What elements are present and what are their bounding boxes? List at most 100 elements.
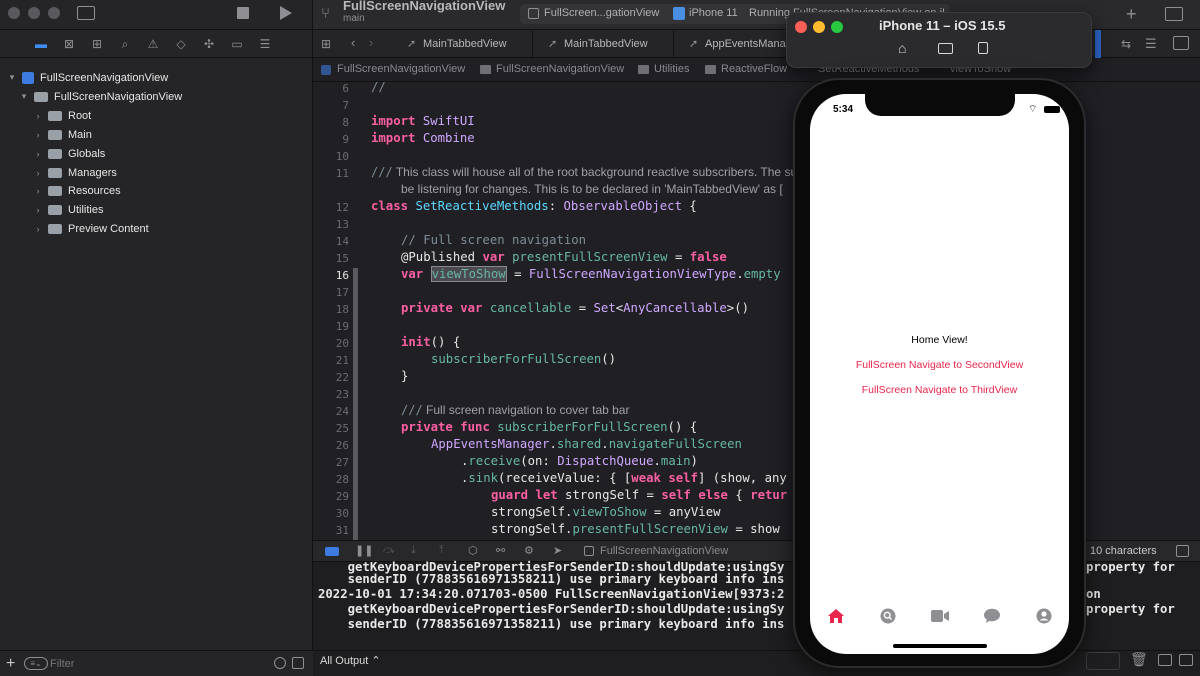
trash-icon[interactable]: 🗑 <box>1130 652 1148 668</box>
location-icon[interactable]: ➤ <box>553 544 562 557</box>
sidebar-item-preview-content[interactable]: › Preview Content <box>32 219 149 238</box>
code-line[interactable]: subscriberForFullScreen() <box>431 351 616 368</box>
navigate-second-view-link[interactable]: FullScreen Navigate to SecondView <box>810 359 1069 371</box>
split-console-icon[interactable] <box>1158 654 1172 666</box>
code-line[interactable]: AppEventsManager.shared.navigateFullScre… <box>431 436 742 453</box>
filter-input[interactable] <box>50 656 260 671</box>
code-line[interactable]: private var cancellable = Set<AnyCancell… <box>401 300 749 317</box>
breadcrumb-item[interactable]: FullScreenNavigationView <box>496 63 624 75</box>
tab-home[interactable] <box>826 606 846 626</box>
stop-icon[interactable] <box>237 7 249 19</box>
full-console-icon[interactable] <box>1179 654 1193 666</box>
pause-icon[interactable]: ❚❚ <box>355 544 373 557</box>
environment-icon[interactable]: ⚙ <box>524 544 534 557</box>
filter-options-icon[interactable] <box>292 657 304 669</box>
code-line[interactable]: class SetReactiveMethods: ObservableObje… <box>371 198 697 215</box>
code-line[interactable]: init() { <box>401 334 460 351</box>
memory-graph-icon[interactable]: ⚯ <box>496 544 505 557</box>
group-row[interactable]: ▾ FullScreenNavigationView <box>18 87 182 106</box>
chevron-right-icon[interactable]: › <box>32 149 44 159</box>
tab-search[interactable] <box>878 606 898 626</box>
breadcrumb-item[interactable]: FullScreenNavigationView <box>337 63 465 75</box>
search-icon[interactable]: ⌕ <box>118 38 132 50</box>
chevron-down-icon[interactable]: ▾ <box>18 91 30 102</box>
close-window-button[interactable] <box>795 21 807 33</box>
back-icon[interactable]: ‹ <box>351 35 355 50</box>
tab-app-events-manager[interactable]: ➚ AppEventsMana <box>675 30 795 58</box>
code-line[interactable]: } <box>401 368 408 385</box>
minimize-window-button[interactable] <box>813 21 825 33</box>
doc-comment-line[interactable]: /// Full screen navigation to cover tab … <box>401 402 629 419</box>
warning-icon[interactable]: ⚠ <box>146 38 160 50</box>
tab-profile[interactable] <box>1034 606 1054 626</box>
code-line[interactable]: strongSelf.viewToShow = anyView <box>491 504 721 521</box>
code-line[interactable]: var viewToShow = FullScreenNavigationVie… <box>401 266 781 283</box>
editor-options-icon[interactable]: ☰ <box>1145 36 1157 52</box>
chevron-right-icon[interactable]: › <box>32 224 44 234</box>
sidebar-item-main[interactable]: › Main <box>32 125 92 144</box>
output-filter-select[interactable]: All Output ⌃ <box>320 654 381 667</box>
report-icon[interactable]: ☰ <box>258 38 272 50</box>
forward-icon[interactable]: › <box>369 35 373 50</box>
add-tab-icon[interactable]: + <box>1126 4 1137 25</box>
close-window-button[interactable] <box>8 7 20 19</box>
chevron-down-icon[interactable]: ▾ <box>6 72 18 83</box>
code-line[interactable]: // <box>371 79 386 96</box>
folder-icon[interactable]: ▬ <box>34 38 48 50</box>
navigate-third-view-link[interactable]: FullScreen Navigate to ThirdView <box>810 384 1069 396</box>
code-line[interactable]: import Combine <box>371 130 475 147</box>
split-editor-icon[interactable]: ⇆ <box>1121 37 1131 51</box>
filter-icon[interactable]: ≡⌄ <box>24 657 48 670</box>
toggle-navigator-icon[interactable] <box>77 6 95 20</box>
add-icon[interactable]: + <box>6 655 15 673</box>
zoom-window-button[interactable] <box>48 7 60 19</box>
chevron-right-icon[interactable]: › <box>32 186 44 196</box>
tab-video[interactable] <box>930 606 950 626</box>
project-root-row[interactable]: ▾ FullScreenNavigationView <box>6 68 168 87</box>
sidebar-item-globals[interactable]: › Globals <box>32 144 106 163</box>
code-line[interactable]: guard let strongSelf = self else { retur <box>491 487 787 504</box>
sidebar-item-utilities[interactable]: › Utilities <box>32 200 104 219</box>
tab-main-tabbed-view-1[interactable]: ➚ MainTabbedView <box>393 30 533 58</box>
code-line[interactable]: private func subscriberForFullScreen() { <box>401 419 697 436</box>
grid-icon[interactable]: ⊞ <box>321 37 331 51</box>
step-in-icon[interactable]: ⤓ <box>411 544 416 557</box>
chevron-right-icon[interactable]: › <box>32 130 44 140</box>
breadcrumb-item[interactable]: Utilities <box>654 63 689 75</box>
screenshot-icon[interactable] <box>938 43 953 54</box>
chevron-right-icon[interactable]: › <box>32 168 44 178</box>
home-indicator[interactable] <box>893 644 987 648</box>
add-editor-icon[interactable] <box>1173 36 1189 50</box>
code-line[interactable]: // Full screen navigation <box>401 232 586 249</box>
sidebar-item-root[interactable]: › Root <box>32 106 92 125</box>
hierarchy-icon[interactable]: ⊞ <box>90 38 104 50</box>
hide-debug-icon[interactable] <box>325 547 339 556</box>
code-line[interactable]: @Published var presentFullScreenView = f… <box>401 249 727 266</box>
code-line[interactable]: strongSelf.presentFullScreenView = show <box>491 521 780 538</box>
code-line[interactable]: .receive(on: DispatchQueue.main) <box>461 453 698 470</box>
chevron-right-icon[interactable]: › <box>32 111 44 121</box>
step-out-icon[interactable]: ⤒ <box>439 544 444 557</box>
code-line[interactable]: import SwiftUI <box>371 113 475 130</box>
debug-icon[interactable]: ✣ <box>202 38 216 50</box>
rotate-icon[interactable] <box>978 42 988 54</box>
tab-chat[interactable] <box>982 606 1002 626</box>
console-toggle-icon[interactable] <box>1176 545 1189 557</box>
sidebar-item-managers[interactable]: › Managers <box>32 163 117 182</box>
view-hierarchy-icon[interactable]: ⬡ <box>468 544 478 557</box>
chevron-right-icon[interactable]: › <box>32 205 44 215</box>
zoom-window-button[interactable] <box>831 21 843 33</box>
home-icon[interactable]: ⌂ <box>898 40 906 56</box>
minimize-window-button[interactable] <box>28 7 40 19</box>
step-over-icon[interactable]: ⤼ <box>383 544 395 557</box>
code-line[interactable]: .sink(receiveValue: { [weak self] (show,… <box>461 470 787 487</box>
source-control-icon[interactable]: ⊠ <box>62 38 76 50</box>
console-filter-field[interactable] <box>1086 652 1120 670</box>
sidebar-item-resources[interactable]: › Resources <box>32 181 121 200</box>
tab-main-tabbed-view-2[interactable]: ➚ MainTabbedView <box>534 30 674 58</box>
inspector-toggle-icon[interactable] <box>1165 7 1183 21</box>
breakpoint-icon[interactable]: ▭ <box>230 38 244 50</box>
recent-files-icon[interactable] <box>274 657 286 669</box>
breadcrumb-item[interactable]: ReactiveFlow <box>721 63 787 75</box>
test-icon[interactable]: ◇ <box>174 38 188 50</box>
